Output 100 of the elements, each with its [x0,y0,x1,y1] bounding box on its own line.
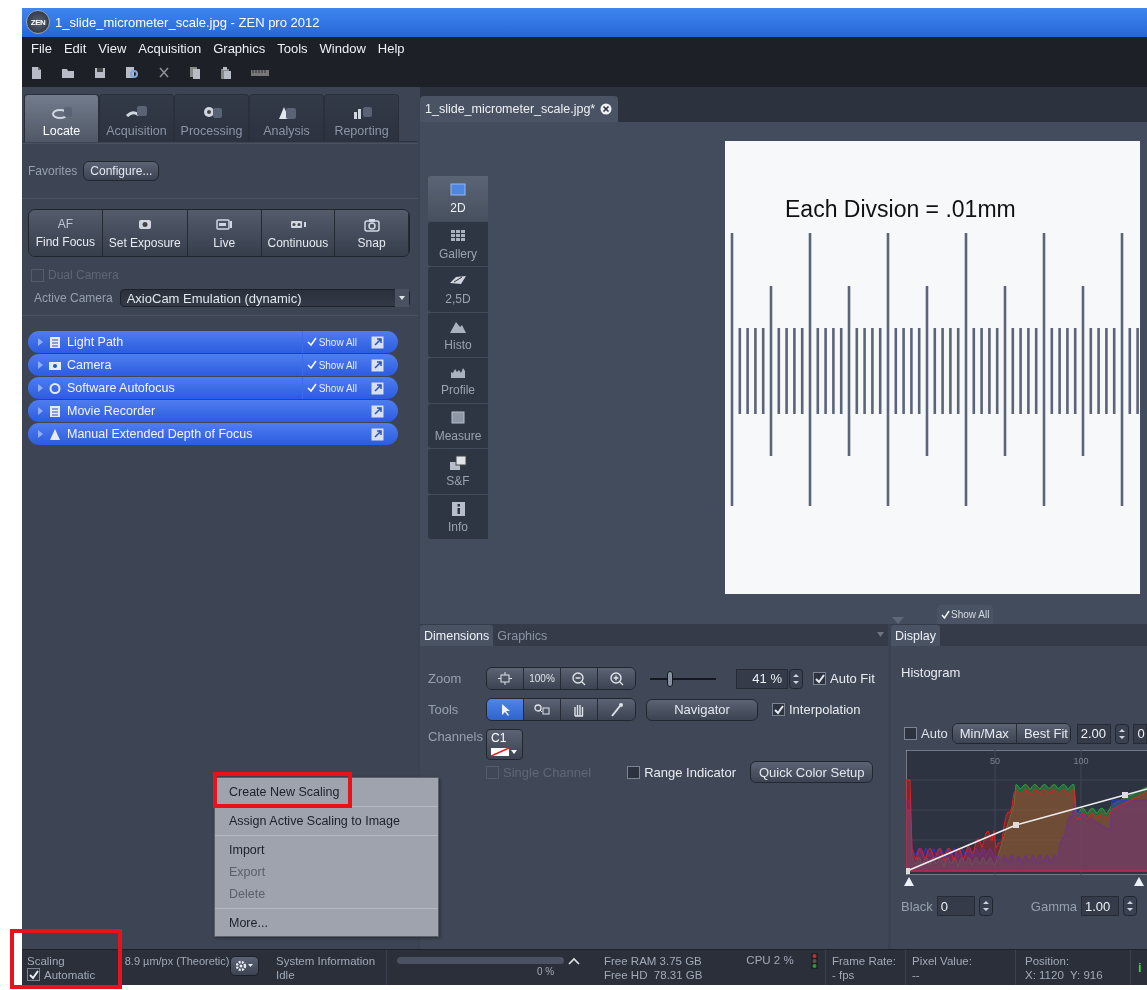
menu-item[interactable]: File [25,40,58,56]
range-indicator-checkbox[interactable] [627,765,641,779]
range-button[interactable]: Min/Max [952,724,1017,744]
module-tab[interactable]: Acquisition [99,94,174,143]
caret-icon[interactable] [395,289,409,308]
menu-item[interactable]: View [92,40,133,56]
info-indicator[interactable]: i [1138,960,1142,975]
view-tab[interactable]: Info [428,494,488,540]
value-field[interactable]: 2.00 [1076,723,1112,744]
lower-limit-label: Black [901,898,933,914]
spinner-icon[interactable] [1115,723,1130,744]
zoom-slider-thumb[interactable] [666,670,673,687]
module-tab[interactable]: Processing [174,94,249,143]
quick-color-setup-button[interactable]: Quick Color Setup [749,761,874,784]
zoom-in-button[interactable] [598,668,635,690]
show-all-toggle[interactable]: Show All [301,354,365,377]
view-tab[interactable]: Gallery [428,221,488,267]
menu-item[interactable]: Help [371,40,411,56]
module-tab[interactable]: Analysis [249,94,324,143]
color-swatch-icon [491,747,517,758]
navigator-button[interactable]: Navigator [646,698,758,721]
gamma-label: Gamma [1030,898,1078,914]
panel-tab[interactable]: Graphics [493,625,552,647]
menu-item[interactable]: Assign Active Scaling to Image [229,814,400,828]
action-button[interactable]: Continuous [261,210,336,257]
spinner-icon[interactable] [978,896,993,917]
view-tab[interactable]: Histo [428,312,488,358]
action-button[interactable]: Live [187,210,262,257]
pop-out-icon[interactable] [371,358,384,372]
channel-button[interactable]: C1 [486,729,523,761]
menu-item[interactable]: Edit [57,40,93,56]
pop-out-icon[interactable] [371,427,384,441]
fit-button[interactable] [487,668,524,690]
interpolation-checkbox[interactable] [772,703,785,717]
action-button[interactable]: Set Exposure [102,210,188,257]
configure-button[interactable]: Configure... [83,161,160,182]
magnifier-document-icon[interactable] [125,66,139,81]
menu-item[interactable]: Acquisition [132,40,208,56]
camera-dropdown[interactable]: AxioCam Emulation (dynamic) [119,289,410,308]
expand-caret-icon[interactable] [568,956,580,965]
module-tab[interactable]: Locate [24,94,99,143]
automatic-checkbox[interactable] [27,968,40,982]
gamma-value-field[interactable]: 1.00 [1081,896,1120,917]
spinner-icon[interactable] [1123,896,1138,917]
pointer-tool-button[interactable] [487,699,524,721]
tool-window-bar[interactable]: Movie Recorder [28,400,398,423]
resource-reading: Free HD 78.31 GB [604,967,704,982]
menu-item[interactable]: Graphics [207,40,272,56]
view-tab[interactable]: Measure [428,403,488,449]
view-tab[interactable]: 2,5D [428,267,488,312]
tool-window-bar[interactable]: Camera Show All [28,354,398,377]
progress-reading: 0 % [537,964,556,979]
value-field[interactable]: 0 [1133,723,1147,744]
auto-checkbox[interactable] [904,727,917,741]
pipette-tool-button[interactable] [598,699,635,721]
tool-window-bar[interactable]: Manual Extended Depth of Focus [28,423,398,446]
tool-window-title: Movie Recorder [67,404,157,419]
collapse-triangle-icon[interactable] [877,632,884,638]
action-button[interactable]: AF Find Focus [29,210,103,257]
menu-item[interactable]: Create New Scaling [229,785,340,799]
view-tab[interactable]: 2D [428,176,488,221]
close-icon[interactable] [600,103,613,116]
system-information-label: System Information [276,953,377,968]
panel-tab[interactable]: Display [891,625,940,647]
menu-item[interactable]: Import [229,843,265,857]
histogram-title: Histogram [901,665,962,681]
menu-item[interactable]: More... [229,916,268,930]
pop-out-icon[interactable] [371,404,384,418]
action-button[interactable]: Snap [335,210,409,257]
auto-fit-checkbox[interactable] [813,672,826,686]
view-tab[interactable]: S&F [428,449,488,494]
documents-icon[interactable] [189,66,201,81]
lower-limit-field[interactable]: 0 [936,896,975,917]
tool-window-bar[interactable]: Software Autofocus Show All [28,377,398,400]
pop-out-icon[interactable] [371,381,384,395]
view-tab[interactable]: Profile [428,358,488,403]
ruler-icon[interactable] [251,69,269,78]
scissors-icon[interactable] [158,67,170,80]
show-all-toggle[interactable]: Show All [301,377,365,400]
show-all-toggle[interactable]: Show All [301,331,365,354]
document-icon[interactable] [30,66,42,81]
module-tab[interactable]: Reporting [324,94,399,143]
tool-window-bar[interactable]: Light Path Show All [28,331,398,354]
range-button[interactable]: Best Fit [1016,724,1070,744]
document-tab[interactable]: 1_slide_micrometer_scale.jpg* [420,96,618,123]
hand-tool-button[interactable] [561,699,598,721]
zoom-value-field[interactable]: 41 % [736,668,788,689]
zoom-out-button[interactable] [561,668,598,690]
panel-tab[interactable]: Dimensions [420,625,494,647]
zoom-100-button[interactable]: 100% [524,668,561,690]
pop-out-icon[interactable] [371,335,384,349]
clipboard-icon[interactable] [220,66,232,81]
menu-item[interactable]: Tools [271,40,314,56]
show-all-tab[interactable]: Show All [937,605,994,625]
zoom-rectangle-tool-button[interactable] [524,699,561,721]
spinner-icon[interactable] [789,668,803,689]
menu-item[interactable]: Window [313,40,372,56]
panel-icon [49,404,61,418]
tone-curve[interactable] [906,787,1147,875]
folder-icon[interactable] [61,67,75,80]
